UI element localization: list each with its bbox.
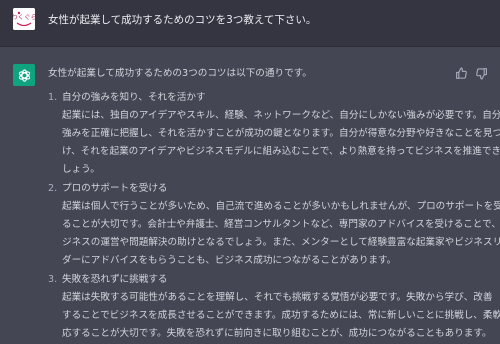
list-item: 1. 自分の強みを知り、それを活かす 起業には、独自のアイデアやスキル、経験、ネ…	[48, 89, 500, 179]
tip-body-line: ることが大切です。会計士や弁護士、経営コンサルタントなど、専門家のアドバイスを受…	[62, 219, 500, 230]
user-avatar-logo: わくぐら	[13, 8, 35, 30]
tip-body-line: 応することが大切です。失敗を恐れずに前向きに取り組むことが、成功につながることも…	[62, 328, 492, 339]
tip-body-line: しょう。	[62, 164, 100, 175]
user-message-row: わくぐら 女性が起業して成功するためのコツを3つ教えて下さい。	[0, 0, 500, 47]
tip-body-line: 強みを正確に把握し、それを活かすことが成功の鍵となります。自分が得意な分野や好き…	[62, 128, 500, 139]
list-item: 3. 失敗を恐れずに挑戦する 起業は失敗する可能性があることを理解し、それでも挑…	[48, 271, 500, 343]
assistant-avatar	[13, 64, 35, 86]
list-number: 3.	[48, 274, 58, 285]
tip-body-line: け、それを起業のアイデアやビジネスモデルに組み込むことで、より熱意を持ってビジネ…	[62, 146, 500, 157]
list-number: 1.	[48, 92, 58, 103]
tip-body-line: することでビジネスを成長させることができます。成功するためには、常に新しいことに…	[62, 310, 500, 321]
tip-body-line: ジネスの運営や問題解決の助けとなるでしょう。また、メンターとして経験豊富な起業家…	[62, 237, 500, 248]
tip-body: 起業には、独自のアイデアやスキル、経験、ネットワークなど、自分にしかない強みが必…	[62, 107, 500, 179]
user-avatar: わくぐら	[13, 8, 35, 30]
tip-title: 自分の強みを知り、それを活かす	[62, 92, 206, 103]
list-number: 2.	[48, 183, 58, 194]
assistant-message-content: 女性が起業して成功するための3つのコツは以下の通りです。 1. 自分の強みを知り…	[48, 65, 500, 344]
openai-logo-icon	[18, 68, 30, 82]
tips-list: 1. 自分の強みを知り、それを活かす 起業には、独自のアイデアやスキル、経験、ネ…	[48, 89, 500, 343]
assistant-message-row: 女性が起業して成功するための3つのコツは以下の通りです。 1. 自分の強みを知り…	[0, 47, 500, 339]
assistant-intro: 女性が起業して成功するための3つのコツは以下の通りです。	[48, 68, 312, 79]
thumbs-down-icon[interactable]	[475, 67, 488, 80]
tip-body-line: 起業には、独自のアイデアやスキル、経験、ネットワークなど、自分にしかない強みが必…	[62, 110, 500, 121]
message-actions	[455, 67, 488, 80]
tip-body-line: 起業は個人で行うことが多いため、自己流で進めることが多いかもしれませんが、プロの…	[62, 201, 500, 212]
tip-title: 失敗を恐れずに挑戦する	[62, 274, 168, 285]
user-message-text: 女性が起業して成功するためのコツを3つ教えて下さい。	[48, 14, 317, 26]
tip-body: 起業は個人で行うことが多いため、自己流で進めることが多いかもしれませんが、プロの…	[62, 198, 500, 270]
thumbs-up-icon[interactable]	[455, 67, 468, 80]
svg-text:わくぐら: わくぐら	[13, 13, 35, 21]
tip-body-line: 起業は失敗する可能性があることを理解し、それでも挑戦する覚悟が必要です。失敗から…	[62, 292, 493, 303]
list-item: 2. プロのサポートを受ける 起業は個人で行うことが多いため、自己流で進めること…	[48, 180, 500, 270]
tip-body-line: ダーにアドバイスをもらうことも、ビジネス成功につながることがあります。	[62, 255, 397, 266]
tip-body: 起業は失敗する可能性があることを理解し、それでも挑戦する覚悟が必要です。失敗から…	[62, 289, 500, 343]
tip-title: プロのサポートを受ける	[62, 183, 168, 194]
